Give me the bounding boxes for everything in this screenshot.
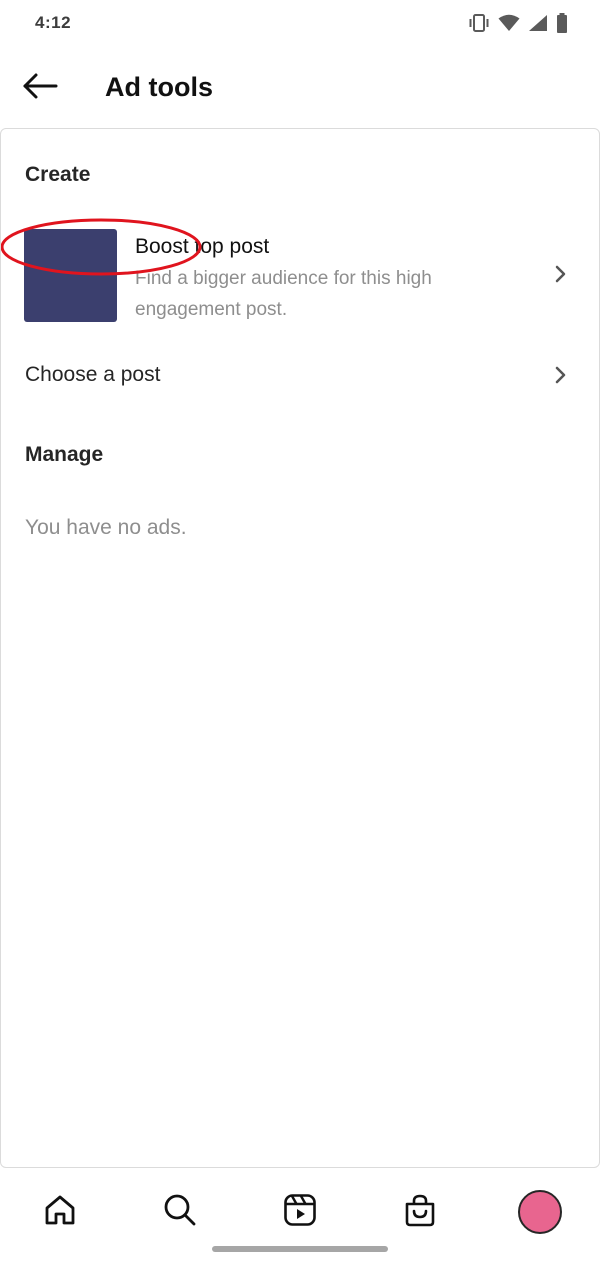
no-ads-message: You have no ads.	[25, 516, 187, 539]
choose-a-post-label: Choose a post	[25, 363, 161, 386]
nav-reels-button[interactable]	[270, 1182, 330, 1242]
status-bar: 4:12	[0, 0, 600, 48]
profile-avatar	[518, 1190, 562, 1234]
wifi-icon	[498, 14, 520, 32]
content-card: Create Boost top post Find a bigger audi…	[0, 128, 600, 1168]
create-heading: Create	[25, 163, 91, 186]
arrow-left-icon	[22, 72, 58, 105]
status-time: 4:12	[35, 13, 72, 32]
battery-icon	[556, 13, 568, 33]
back-button[interactable]	[18, 68, 62, 108]
manage-heading: Manage	[25, 443, 104, 466]
boost-title: Boost top post	[135, 235, 270, 258]
boost-description: Find a bigger audience for this high eng…	[135, 268, 432, 320]
home-indicator	[212, 1246, 388, 1252]
boost-top-post-item[interactable]: Boost top post Find a bigger audience fo…	[1, 219, 599, 329]
bottom-navigation	[0, 1168, 600, 1267]
chevron-right-icon	[553, 264, 569, 284]
nav-home-button[interactable]	[30, 1182, 90, 1242]
home-icon	[43, 1193, 77, 1232]
search-icon	[163, 1193, 197, 1232]
page-title: Ad tools	[105, 72, 213, 102]
chevron-right-icon	[553, 365, 569, 385]
choose-a-post-item[interactable]: Choose a post	[1, 347, 599, 405]
cellular-signal-icon	[528, 14, 548, 32]
nav-profile-button[interactable]	[510, 1182, 570, 1242]
shop-icon	[403, 1193, 437, 1232]
status-icons	[468, 12, 568, 34]
post-thumbnail	[24, 229, 117, 322]
nav-search-button[interactable]	[150, 1182, 210, 1242]
app-header: Ad tools	[0, 48, 600, 128]
reels-icon	[283, 1193, 317, 1232]
vibrate-icon	[468, 14, 490, 32]
nav-shop-button[interactable]	[390, 1182, 450, 1242]
